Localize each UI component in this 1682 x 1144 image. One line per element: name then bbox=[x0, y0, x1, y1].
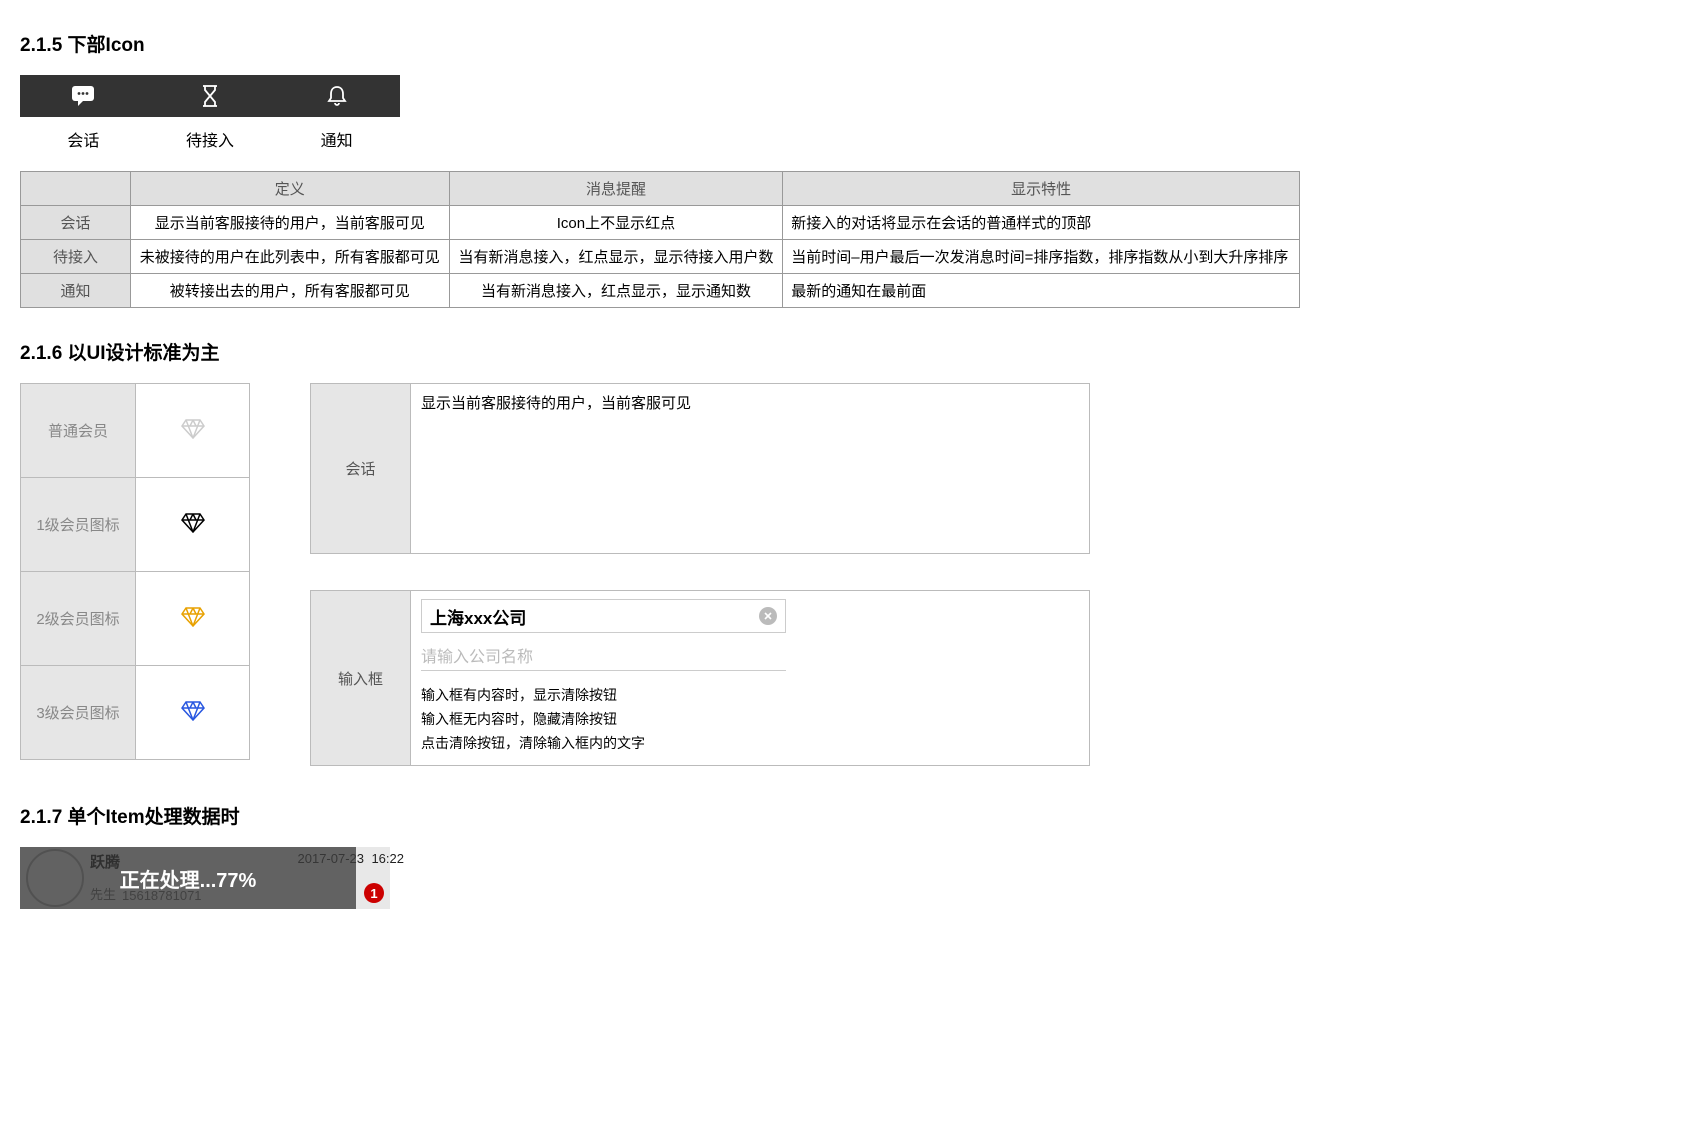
clear-button[interactable] bbox=[759, 607, 777, 625]
bottom-tabbar bbox=[20, 75, 400, 117]
member-label: 1级会员图标 bbox=[21, 478, 136, 572]
conversation-item[interactable]: 跃腾 2017-07-23 16:22 先生 15618781071 正在处理.… bbox=[20, 847, 390, 909]
hourglass-icon bbox=[200, 85, 220, 107]
row-display: 最新的通知在最前面 bbox=[783, 274, 1300, 308]
row-display: 当前时间–用户最后一次发消息时间=排序指数，排序指数从小到大升序排序 bbox=[783, 240, 1300, 274]
unread-badge: 1 bbox=[364, 883, 384, 903]
item-time: 16:22 bbox=[371, 851, 404, 866]
row-name: 待接入 bbox=[21, 240, 131, 274]
input-note: 输入框有内容时，显示清除按钮 bbox=[421, 685, 1079, 705]
row-name: 会话 bbox=[21, 206, 131, 240]
tab-label-chat: 会话 bbox=[20, 127, 147, 151]
member-label: 普通会员 bbox=[21, 384, 136, 478]
row-display: 新接入的对话将显示在会话的普通样式的顶部 bbox=[783, 206, 1300, 240]
tab-notify[interactable] bbox=[273, 85, 400, 107]
row-name: 通知 bbox=[21, 274, 131, 308]
spec-body-input: 上海xxx公司 请输入公司名称 输入框有内容时，显示清除按钮 输入框无内容时，隐… bbox=[411, 591, 1090, 766]
member-level-table: 普通会员 1级会员图标 2级会员图标 3级会员 bbox=[20, 383, 250, 760]
member-icon-cell bbox=[136, 478, 250, 572]
diamond-icon bbox=[181, 513, 205, 533]
table-row: 通知 被转接出去的用户，所有客服都可见 当有新消息接入，红点显示，显示通知数 最… bbox=[21, 274, 1300, 308]
input-note: 输入框无内容时，隐藏清除按钮 bbox=[421, 709, 1079, 729]
spec-body-session: 显示当前客服接待的用户，当前客服可见 bbox=[411, 384, 1090, 554]
input-placeholder: 请输入公司名称 bbox=[421, 643, 533, 667]
input-spec-box: 输入框 上海xxx公司 请输入公司名称 输入框有内容时，显示清除按钮 输入框无内… bbox=[310, 590, 1090, 766]
input-note: 点击清除按钮，清除输入框内的文字 bbox=[421, 733, 1079, 753]
member-icon-cell bbox=[136, 384, 250, 478]
table-row: 待接入 未被接待的用户在此列表中，所有客服都可见 当有新消息接入，红点显示，显示… bbox=[21, 240, 1300, 274]
tab-label-pending: 待接入 bbox=[147, 127, 274, 151]
chat-icon bbox=[70, 85, 96, 107]
session-spec-box: 会话 显示当前客服接待的用户，当前客服可见 bbox=[310, 383, 1090, 554]
member-label: 2级会员图标 bbox=[21, 572, 136, 666]
diamond-icon bbox=[181, 419, 205, 439]
row-notify: 当有新消息接入，红点显示，显示待接入用户数 bbox=[449, 240, 783, 274]
row-def: 显示当前客服接待的用户，当前客服可见 bbox=[131, 206, 450, 240]
input-empty-example[interactable]: 请输入公司名称 bbox=[421, 639, 786, 671]
spec-label-input: 输入框 bbox=[311, 591, 411, 766]
diamond-icon bbox=[181, 701, 205, 721]
table-header-blank bbox=[21, 172, 131, 206]
row-notify: Icon上不显示红点 bbox=[449, 206, 783, 240]
tab-label-notify: 通知 bbox=[273, 127, 400, 151]
tabbar-labels-row: 会话 待接入 通知 bbox=[20, 127, 400, 151]
section-title-217: 2.1.7 单个Item处理数据时 bbox=[20, 802, 1662, 829]
table-header-display: 显示特性 bbox=[783, 172, 1300, 206]
diamond-icon bbox=[181, 607, 205, 627]
row-def: 未被接待的用户在此列表中，所有客服都可见 bbox=[131, 240, 450, 274]
row-def: 被转接出去的用户，所有客服都可见 bbox=[131, 274, 450, 308]
tab-pending[interactable] bbox=[147, 85, 274, 107]
processing-text: 正在处理...77% bbox=[120, 864, 257, 893]
table-row: 会话 显示当前客服接待的用户，当前客服可见 Icon上不显示红点 新接入的对话将… bbox=[21, 206, 1300, 240]
member-icon-cell bbox=[136, 666, 250, 760]
bell-icon bbox=[326, 85, 348, 107]
table-header-def: 定义 bbox=[131, 172, 450, 206]
icon-spec-table: 定义 消息提醒 显示特性 会话 显示当前客服接待的用户，当前客服可见 Icon上… bbox=[20, 171, 1300, 308]
processing-overlay: 正在处理...77% bbox=[20, 847, 356, 909]
member-label: 3级会员图标 bbox=[21, 666, 136, 760]
input-filled-example[interactable]: 上海xxx公司 bbox=[421, 599, 786, 633]
close-icon bbox=[764, 612, 772, 620]
section-title-216: 2.1.6 以UI设计标准为主 bbox=[20, 338, 1662, 365]
spec-label-session: 会话 bbox=[311, 384, 411, 554]
table-header-notify: 消息提醒 bbox=[449, 172, 783, 206]
tab-chat[interactable] bbox=[20, 85, 147, 107]
input-filled-value: 上海xxx公司 bbox=[430, 604, 526, 629]
section-title-215: 2.1.5 下部Icon bbox=[20, 30, 1662, 57]
member-icon-cell bbox=[136, 572, 250, 666]
row-notify: 当有新消息接入，红点显示，显示通知数 bbox=[449, 274, 783, 308]
